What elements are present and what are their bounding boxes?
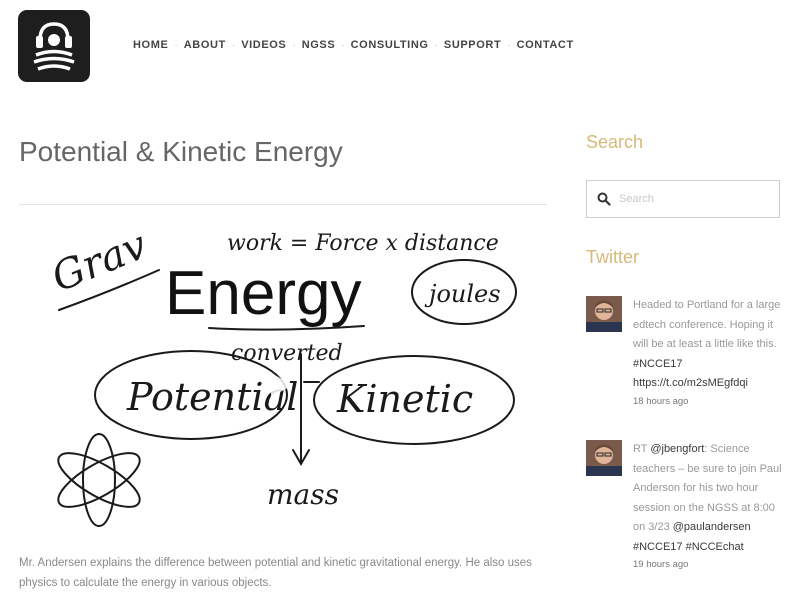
tweet-rt-label: RT [633, 443, 651, 455]
tweet-timestamp[interactable]: 19 hours ago [633, 559, 783, 570]
board-top-text: work = Force x distance [227, 232, 499, 256]
avatar[interactable] [586, 296, 622, 332]
board-unit-text: joules [424, 280, 501, 308]
nav-contact[interactable]: CONTACT [517, 39, 574, 51]
avatar[interactable] [586, 440, 622, 476]
tweet-body-text: Headed to Portland for a large edtech co… [633, 299, 781, 350]
board-below-text: mass [267, 478, 339, 511]
page-title: Potential & Kinetic Energy [19, 136, 343, 167]
nav-consulting[interactable]: CONSULTING [351, 39, 429, 51]
twitter-heading: Twitter [586, 247, 640, 267]
nav-videos[interactable]: VIDEOS [241, 39, 286, 51]
tweet-hashtag-link[interactable]: #NCCE17 [633, 358, 683, 370]
tweet-text: Headed to Portland for a large edtech co… [633, 296, 783, 394]
board-converted-text: converted [231, 341, 343, 366]
search-input[interactable] [619, 189, 769, 209]
tweet-hashtag-link[interactable]: #NCCE17 #NCCEchat [633, 541, 744, 553]
search-heading: Search [586, 132, 644, 152]
tweet-mention-link[interactable]: @paulandersen [673, 521, 751, 533]
whiteboard-thumbnail: work = Force x distance Grav Energy joul… [46, 232, 517, 527]
tweet-handle-link[interactable]: @jbengfort [650, 443, 704, 455]
nav-separator: · [507, 39, 511, 51]
main-nav: HOME · ABOUT · VIDEOS · NGSS · CONSULTIN… [133, 39, 574, 51]
nav-ngss[interactable]: NGSS [302, 39, 336, 51]
nav-separator: · [231, 39, 236, 51]
nav-separator: · [434, 39, 438, 51]
headphones-logo-icon [33, 22, 75, 71]
nav-home[interactable]: HOME [133, 39, 168, 51]
site-logo[interactable] [18, 10, 90, 82]
search-box [586, 180, 780, 218]
nav-separator: · [292, 39, 296, 51]
nav-support[interactable]: SUPPORT [444, 39, 501, 51]
tweet-timestamp[interactable]: 18 hours ago [633, 396, 783, 407]
board-right-text: Kinetic [336, 377, 473, 421]
avatar-icon [586, 440, 622, 476]
tweet-text: RT @jbengfort: Science teachers – be sur… [633, 440, 783, 557]
board-corner-text: Grav [46, 232, 154, 301]
video-player[interactable]: work = Force x distance Grav Energy joul… [19, 232, 547, 538]
tweet-link[interactable]: https://t.co/m2sMEgfdqi [633, 377, 748, 389]
video-caption: Mr. Andersen explains the difference bet… [19, 557, 532, 589]
title-divider [19, 204, 547, 205]
nav-about[interactable]: ABOUT [184, 39, 226, 51]
nav-separator: · [341, 39, 345, 51]
avatar-icon [586, 296, 622, 332]
search-icon[interactable] [597, 192, 611, 206]
board-title-text: Energy [165, 259, 361, 328]
nav-separator: · [174, 39, 178, 51]
tweet-body-text: : Science teachers – be sure to join Pau… [633, 443, 782, 533]
